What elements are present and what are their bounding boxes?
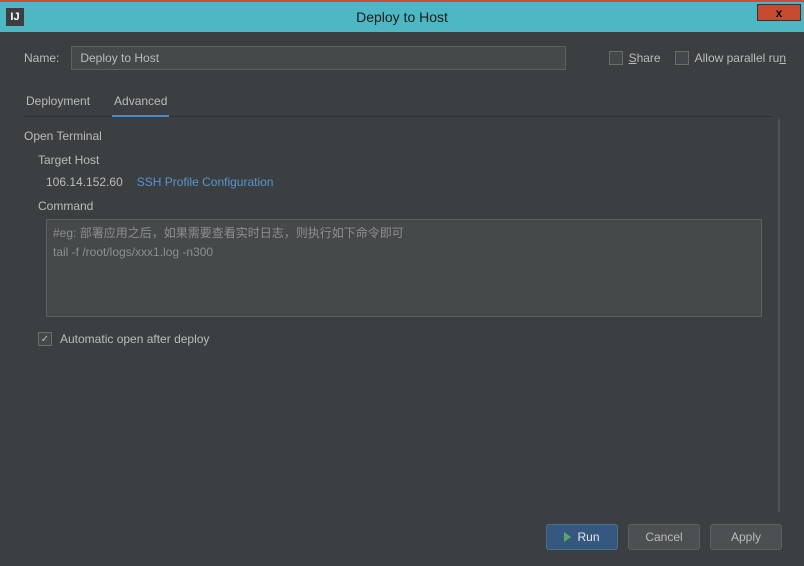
command-label: Command [38, 199, 780, 213]
auto-open-row[interactable]: Automatic open after deploy [38, 332, 780, 346]
share-label: Share [629, 51, 661, 65]
host-ip: 106.14.152.60 [46, 175, 123, 189]
tab-advanced[interactable]: Advanced [112, 88, 169, 116]
scrollbar[interactable] [778, 117, 780, 512]
share-checkbox-wrap[interactable]: Share [609, 51, 661, 65]
target-host-label: Target Host [38, 153, 780, 167]
name-label: Name: [24, 51, 59, 65]
parallel-checkbox-wrap[interactable]: Allow parallel run [675, 51, 786, 65]
titlebar: IJ Deploy to Host x [0, 0, 804, 32]
name-row: Name: Share Allow parallel run [24, 46, 786, 70]
tabs: Deployment Advanced [24, 88, 772, 117]
ssh-profile-link[interactable]: SSH Profile Configuration [137, 175, 274, 189]
options-group: Share Allow parallel run [609, 51, 786, 65]
name-input[interactable] [71, 46, 566, 70]
tab-deployment[interactable]: Deployment [24, 88, 92, 116]
auto-open-label: Automatic open after deploy [60, 332, 209, 346]
run-button[interactable]: Run [546, 524, 618, 550]
share-checkbox[interactable] [609, 51, 623, 65]
play-icon [564, 532, 571, 542]
close-button[interactable]: x [757, 4, 801, 21]
open-terminal-header: Open Terminal [24, 129, 780, 143]
run-button-label: Run [577, 530, 599, 544]
parallel-checkbox[interactable] [675, 51, 689, 65]
parallel-label: Allow parallel run [695, 51, 786, 65]
app-icon: IJ [6, 8, 24, 26]
footer: Run Cancel Apply [24, 512, 786, 558]
apply-button[interactable]: Apply [710, 524, 782, 550]
dialog-body: Name: Share Allow parallel run Deploymen… [0, 32, 804, 566]
window-title: Deploy to Host [356, 9, 448, 25]
command-textarea[interactable] [46, 219, 762, 317]
host-row: 106.14.152.60 SSH Profile Configuration [46, 175, 780, 189]
cancel-button[interactable]: Cancel [628, 524, 700, 550]
auto-open-checkbox[interactable] [38, 332, 52, 346]
scroll-area: Open Terminal Target Host 106.14.152.60 … [24, 117, 780, 512]
